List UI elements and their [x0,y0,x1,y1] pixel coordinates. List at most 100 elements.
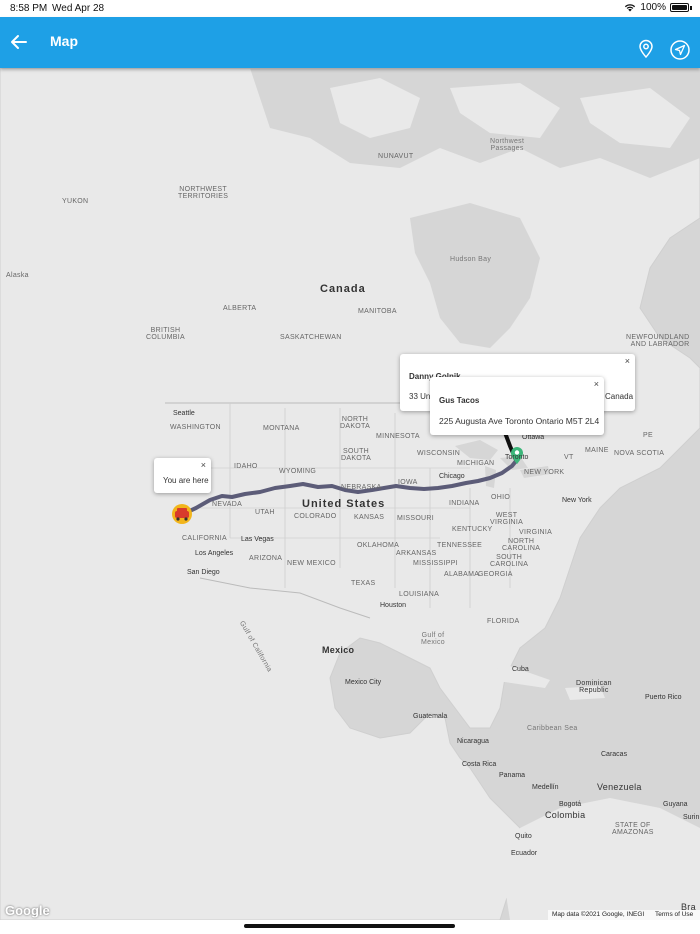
city-ottawa: Ottawa [522,434,545,441]
city-toronto: Toronto [505,454,529,461]
city-medellin: Medellín [532,784,559,791]
battery-tip [690,5,692,10]
city-panama: Panama [499,772,526,779]
page-title: Map [50,33,78,49]
label-wyoming: WYOMING [279,468,317,475]
label-venezuela: Venezuela [597,782,642,792]
label-yukon: YUKON [62,198,89,205]
city-caracas: Caracas [601,751,628,758]
label-kansas: KANSAS [354,514,385,521]
label-south-carolina: SOUTH CAROLINA [490,554,529,568]
label-oklahoma: OKLAHOMA [357,542,400,549]
close-icon[interactable]: × [625,356,630,366]
navigation-arrow-icon[interactable] [669,39,691,61]
city-los-angeles: Los Angeles [195,550,234,557]
label-manitoba: MANITOBA [358,308,397,315]
label-montana: MONTANA [263,425,300,432]
label-nunavut: NUNAVUT [378,153,414,160]
label-new-york-state: NEW YORK [524,469,565,476]
city-puerto-rico: Puerto Rico [645,694,682,701]
label-newfoundland: NEWFOUNDLAND AND LABRADOR [626,334,690,348]
label-pe: PE [643,432,653,439]
label-wisconsin: WISCONSIN [417,450,461,457]
label-georgia: GEORGIA [478,571,513,578]
city-new-york: New York [562,497,592,504]
city-san-diego: San Diego [187,569,220,576]
city-las-vegas: Las Vegas [241,536,274,543]
label-kentucky: KENTUCKY [452,526,493,533]
close-icon[interactable]: × [201,460,206,470]
label-florida: FLORIDA [487,618,520,625]
label-canada: Canada [320,283,366,295]
city-nicaragua: Nicaragua [457,738,489,745]
label-arizona: ARIZONA [249,555,283,562]
city-bogota: Bogotá [559,801,582,808]
attribution-text: Map data ©2021 Google, INEGI [552,911,645,918]
label-north-carolina: NORTH CAROLINA [502,538,541,552]
label-colombia: Colombia [545,810,586,820]
label-missouri: MISSOURI [397,515,435,522]
label-michigan: MICHIGAN [457,460,495,467]
label-nevada: NEVADA [212,501,243,508]
close-icon[interactable]: × [594,379,599,389]
battery-percent: 100% [640,2,666,13]
google-logo: Google [5,903,50,918]
city-ecuador: Ecuador [511,850,538,857]
label-utah: UTAH [255,509,275,516]
city-houston: Houston [380,602,407,609]
label-mississippi: MISSISSIPPI [413,560,458,567]
status-time: 8:58 PM [10,3,48,14]
label-nebraska: NEBRASKA [341,484,382,491]
label-mexico: Mexico [322,645,355,655]
arrow-back-icon[interactable] [8,31,30,53]
label-state-amazonas: STATE OF AMAZONAS [612,822,654,836]
label-alabama: ALABAMA [444,571,480,578]
label-saskatchewan: SASKATCHEWAN [280,334,342,341]
label-ohio: OHIO [491,494,511,501]
label-colorado: COLORADO [294,513,337,520]
label-arkansas: ARKANSAS [396,550,437,557]
wifi-icon [625,4,636,12]
home-indicator[interactable] [244,924,455,928]
city-quito: Quito [515,833,532,840]
map-view[interactable]: Canada United States Mexico NUNAVUT NORT… [0,68,700,920]
label-maine: MAINE [585,447,609,454]
label-minnesota: MINNESOTA [376,433,420,440]
label-iowa: IOWA [398,479,418,486]
city-surinam: Surin [683,814,700,821]
label-northwest-passages: Northwest Passages [490,138,525,152]
city-seattle: Seattle [173,410,195,417]
you-are-here-popup[interactable]: × You are here [154,458,211,493]
status-date: Wed Apr 28 [52,3,105,14]
battery-icon [670,3,689,12]
label-virginia: VIRGINIA [519,529,553,536]
label-texas: TEXAS [351,580,376,587]
city-cuba: Cuba [512,666,529,673]
terms-link[interactable]: Terms of Use [655,911,693,918]
danny-address-end: Canada [605,392,634,401]
label-indiana: INDIANA [449,500,480,507]
app-bar: Map [0,17,700,68]
status-bar: 8:58 PM Wed Apr 28 100% [0,0,700,17]
city-guatemala: Guatemala [413,713,448,720]
label-washington: WASHINGTON [170,424,221,431]
map-pin-icon[interactable] [636,39,656,59]
danny-address-start: 33 Un [409,392,431,401]
label-tennessee: TENNESSEE [437,542,483,549]
status-right: 100% [624,2,692,13]
label-new-mexico: NEW MEXICO [287,560,336,567]
label-west-virginia: WEST VIRGINIA [490,512,524,526]
label-idaho: IDAHO [234,463,258,470]
label-california: CALIFORNIA [182,535,228,542]
label-south-dakota: SOUTH DAKOTA [341,448,372,462]
label-nova-scotia: NOVA SCOTIA [614,450,665,457]
city-guyana: Guyana [663,801,688,808]
gus-tacos-popup[interactable]: × Gus Tacos 225 Augusta Ave Toronto Onta… [430,377,604,435]
current-location-marker-icon[interactable] [172,504,192,524]
map-canvas [0,68,700,920]
label-louisiana: LOUISIANA [399,591,440,598]
label-north-dakota: NORTH DAKOTA [340,416,371,430]
label-vt: VT [564,454,574,461]
label-alaska: Alaska [6,272,29,279]
label-hudson-bay: Hudson Bay [450,256,492,263]
